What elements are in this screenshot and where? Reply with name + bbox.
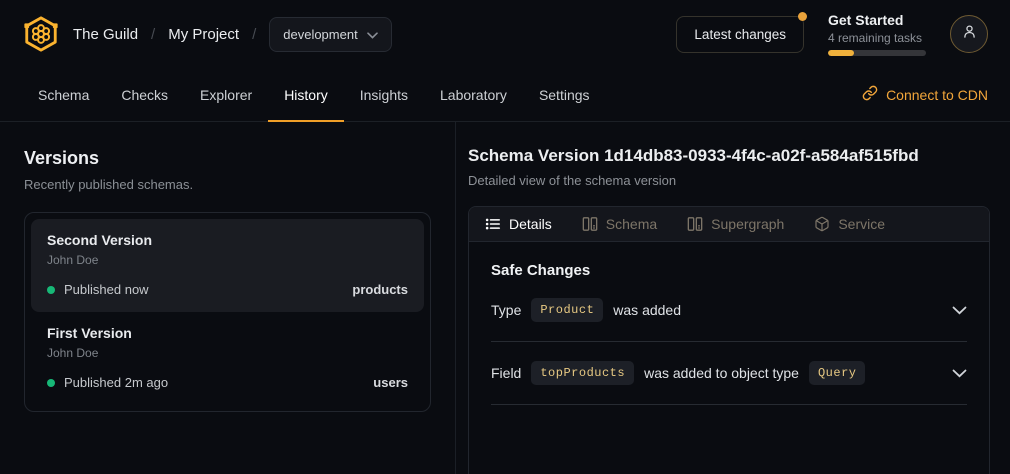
version-author: John Doe (47, 346, 408, 360)
published-label: Published now (64, 282, 149, 297)
version-name: First Version (47, 325, 408, 341)
version-detail-box: Details Schema (468, 206, 990, 474)
get-started-widget[interactable]: Get Started 4 remaining tasks (828, 13, 926, 56)
environment-selector-value: development (283, 27, 357, 42)
service-name: users (373, 375, 408, 390)
schema-version-title: Schema Version 1d14db83-0933-4f4c-a02f-a… (468, 146, 990, 166)
breadcrumb-org[interactable]: The Guild (73, 26, 138, 43)
get-started-progress-bar (828, 50, 926, 56)
tab-history[interactable]: History (268, 68, 344, 121)
main-content: Versions Recently published schemas. Sec… (0, 122, 1010, 474)
change-text: was added to object type (644, 365, 799, 381)
tab-checks[interactable]: Checks (105, 68, 184, 121)
progress-fill (828, 50, 854, 56)
breadcrumb-separator: / (252, 26, 256, 43)
columns-icon (582, 216, 598, 232)
safe-changes-title: Safe Changes (491, 262, 967, 279)
version-list-item[interactable]: First Version John Doe Published 2m ago … (31, 312, 424, 405)
user-icon (961, 23, 978, 45)
detail-tab-supergraph[interactable]: Supergraph (687, 216, 784, 232)
detail-tabs: Details Schema (469, 207, 989, 242)
version-status-row: Published now products (47, 282, 408, 297)
service-name: products (352, 282, 408, 297)
versions-title: Versions (24, 148, 431, 169)
chevron-down-icon[interactable] (952, 306, 967, 315)
version-name: Second Version (47, 232, 408, 248)
detail-tab-service[interactable]: Service (814, 216, 885, 232)
change-text: Type (491, 302, 521, 318)
chevron-down-icon[interactable] (952, 369, 967, 378)
connect-to-cdn-label: Connect to CDN (886, 87, 988, 103)
published-status-icon (47, 286, 55, 294)
published-label: Published 2m ago (64, 375, 168, 390)
detail-tab-label: Schema (606, 216, 657, 232)
user-avatar-button[interactable] (950, 15, 988, 53)
version-author: John Doe (47, 253, 408, 267)
chevron-down-icon (367, 27, 378, 42)
get-started-title: Get Started (828, 13, 926, 27)
tab-insights[interactable]: Insights (344, 68, 424, 121)
change-code: Query (809, 361, 866, 385)
tab-explorer[interactable]: Explorer (184, 68, 268, 121)
change-text: was added (613, 302, 681, 318)
detail-tab-label: Supergraph (711, 216, 784, 232)
get-started-subtitle: 4 remaining tasks (828, 32, 926, 44)
breadcrumb-separator: / (151, 26, 155, 43)
version-list-item[interactable]: Second Version John Doe Published now pr… (31, 219, 424, 312)
version-status-row: Published 2m ago users (47, 375, 408, 390)
detail-tab-label: Details (509, 216, 552, 232)
tab-schema[interactable]: Schema (22, 68, 105, 121)
version-list: Second Version John Doe Published now pr… (24, 212, 431, 412)
tab-laboratory[interactable]: Laboratory (424, 68, 523, 121)
detail-tab-details[interactable]: Details (485, 216, 552, 232)
guild-logo-icon[interactable] (22, 15, 60, 53)
version-detail-panel: Schema Version 1d14db83-0933-4f4c-a02f-a… (456, 122, 1010, 474)
change-code: Product (531, 298, 603, 322)
detail-content: Safe Changes Type Product was added Fiel… (469, 242, 989, 405)
latest-changes-button[interactable]: Latest changes (676, 16, 804, 53)
change-row[interactable]: Field topProducts was added to object ty… (491, 342, 967, 405)
link-icon (862, 85, 878, 104)
detail-tab-schema[interactable]: Schema (582, 216, 657, 232)
breadcrumb-project[interactable]: My Project (168, 26, 239, 43)
connect-to-cdn-link[interactable]: Connect to CDN (862, 68, 988, 121)
cube-icon (814, 216, 830, 232)
environment-selector[interactable]: development (269, 17, 391, 52)
published-status-icon (47, 379, 55, 387)
tab-settings[interactable]: Settings (523, 68, 606, 121)
list-icon (485, 216, 501, 232)
primary-navbar: Schema Checks Explorer History Insights … (0, 68, 1010, 122)
nav-tabs: Schema Checks Explorer History Insights … (22, 68, 606, 121)
latest-changes: Latest changes (676, 16, 804, 53)
breadcrumb: The Guild / My Project / development (22, 15, 392, 53)
versions-subtitle: Recently published schemas. (24, 177, 431, 192)
header-actions: Latest changes Get Started 4 remaining t… (676, 13, 988, 56)
change-code: topProducts (531, 361, 634, 385)
change-row[interactable]: Type Product was added (491, 279, 967, 342)
versions-panel: Versions Recently published schemas. Sec… (0, 122, 456, 474)
columns-icon (687, 216, 703, 232)
change-text: Field (491, 365, 521, 381)
app-header: The Guild / My Project / development Lat… (0, 0, 1010, 68)
schema-version-subtitle: Detailed view of the schema version (468, 173, 990, 188)
detail-tab-label: Service (838, 216, 885, 232)
notification-dot (798, 12, 807, 21)
